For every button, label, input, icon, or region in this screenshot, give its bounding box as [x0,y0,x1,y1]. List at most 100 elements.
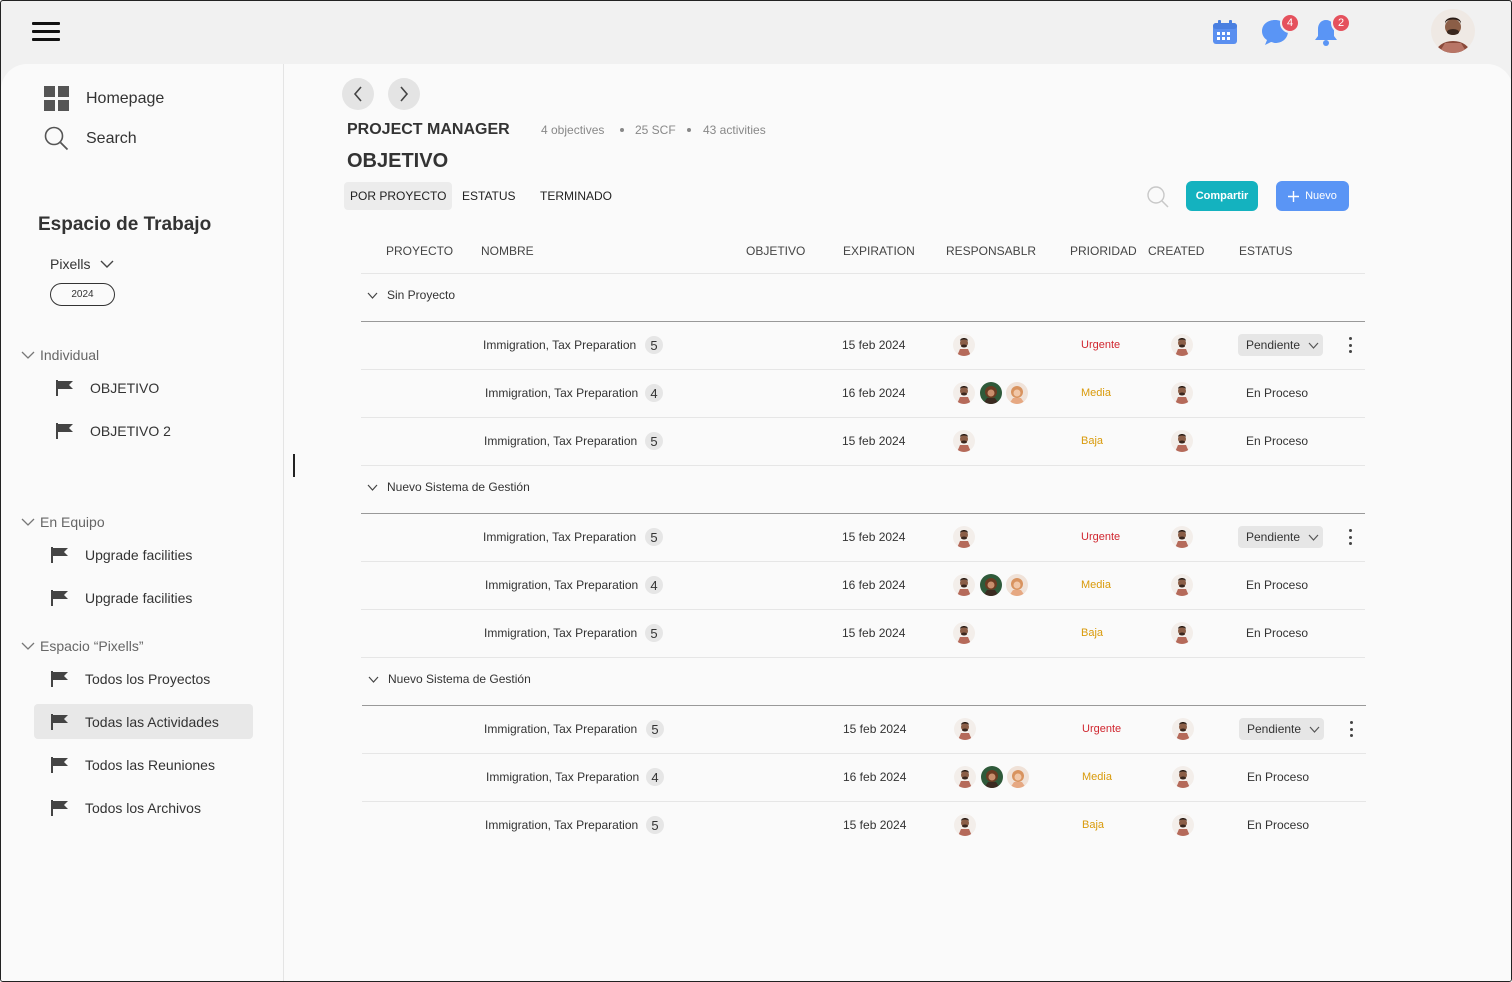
sidebar-item-todas-actividades[interactable]: Todas las Actividades [34,704,253,739]
assignee-avatar[interactable] [953,574,975,596]
more-options-icon[interactable] [1344,335,1356,355]
search-button[interactable] [1146,185,1170,209]
section-individual[interactable]: Individual [21,347,99,363]
assignee-avatar[interactable] [954,814,976,836]
assignee-avatar[interactable] [980,574,1002,596]
chat-icon[interactable]: 4 [1260,13,1300,47]
task-name[interactable]: Immigration, Tax Preparation [484,434,637,448]
nav-search[interactable]: Search [44,126,137,151]
status-dropdown[interactable]: Pendiente [1238,526,1323,548]
bell-icon[interactable]: 2 [1311,13,1351,47]
menu-icon[interactable] [32,22,60,42]
sidebar-item-todos-archivos[interactable]: Todos los Archivos [34,790,253,825]
more-options-icon[interactable] [1344,527,1356,547]
row-divider [362,753,1366,754]
column-header-created[interactable]: CREATED [1148,244,1204,258]
tab-por-proyecto[interactable]: POR PROYECTO [344,182,453,210]
expiration-date: 15 feb 2024 [842,626,906,640]
task-name[interactable]: Immigration, Tax Preparation [484,626,637,640]
assignee-avatar[interactable] [1006,382,1028,404]
tab-terminado[interactable]: TERMINADO [534,182,618,210]
status-dropdown[interactable]: Pendiente [1239,718,1324,740]
flag-icon [51,670,68,687]
nav-homepage[interactable]: Homepage [44,86,164,111]
plus-icon [1288,190,1300,202]
back-button[interactable] [342,78,374,110]
more-options-icon[interactable] [1345,719,1357,739]
section-en-equipo[interactable]: En Equipo [21,514,105,530]
subtask-count-badge: 4 [646,768,664,786]
status-label: En Proceso [1246,626,1309,640]
year-filter[interactable]: 2024 [50,283,115,306]
assignee-avatar[interactable] [980,382,1002,404]
subtask-count-badge: 4 [645,576,663,594]
sidebar-item-objetivo-2[interactable]: OBJETIVO 2 [39,413,258,448]
section-espacio-pixells[interactable]: Espacio “Pixells” [21,638,143,654]
assignee-avatar[interactable] [1006,574,1028,596]
expiration-date: 15 feb 2024 [842,530,906,544]
group-header[interactable]: Sin Proyecto [367,288,455,302]
user-avatar[interactable] [1431,9,1475,53]
group-header[interactable]: Nuevo Sistema de Gestión [368,672,531,686]
task-name[interactable]: Immigration, Tax Preparation [485,818,638,832]
column-header-estatus[interactable]: ESTATUS [1239,244,1293,258]
chevron-right-icon [400,86,409,102]
resize-handle[interactable] [293,454,295,477]
assignee-avatar[interactable] [953,622,975,644]
creator-avatar [1171,622,1193,644]
creator-avatar [1171,574,1193,596]
column-header-responsable[interactable]: RESPONSABLR [946,244,1036,258]
creator-avatar [1171,382,1193,404]
sidebar-item-label: Upgrade facilities [85,546,193,563]
calendar-icon[interactable] [1210,17,1240,47]
grid-icon [44,86,69,111]
task-name[interactable]: Immigration, Tax Preparation [485,386,638,400]
subtask-count-badge: 5 [646,816,664,834]
subtask-count-badge: 5 [645,624,663,642]
workspace-title: Espacio de Trabajo [38,214,212,235]
sidebar-item-objetivo[interactable]: OBJETIVO [39,370,258,405]
share-button[interactable]: Compartir [1186,181,1258,211]
expiration-date: 16 feb 2024 [842,386,906,400]
expiration-date: 15 feb 2024 [843,722,907,736]
forward-button[interactable] [388,78,420,110]
column-header-proyecto[interactable]: PROYECTO [386,244,453,258]
creator-avatar [1171,430,1193,452]
priority-label: Urgente [1081,339,1121,351]
group-header[interactable]: Nuevo Sistema de Gestión [367,480,530,494]
assignee-avatar[interactable] [953,334,975,356]
tab-estatus[interactable]: ESTATUS [456,182,522,210]
chevron-down-icon [367,484,378,491]
sidebar-item-todos-proyectos[interactable]: Todos los Proyectos [34,661,253,696]
task-name[interactable]: Immigration, Tax Preparation [483,530,636,544]
column-header-nombre[interactable]: NOMBRE [481,244,534,258]
column-header-expiration[interactable]: EXPIRATION [843,244,915,258]
assignee-avatar[interactable] [954,718,976,740]
new-button[interactable]: Nuevo [1276,181,1349,211]
chevron-down-icon [368,676,379,683]
priority-label: Baja [1081,627,1104,639]
column-header-prioridad[interactable]: PRIORIDAD [1070,244,1137,258]
flag-icon [51,546,68,563]
assignee-avatar[interactable] [953,382,975,404]
flag-icon [56,422,73,439]
flag-icon [51,713,68,730]
task-name[interactable]: Immigration, Tax Preparation [484,722,637,736]
assignee-avatar[interactable] [953,430,975,452]
workspace-select[interactable]: Pixells [50,256,114,272]
meta-scf: 25 SCF [635,123,676,137]
task-name[interactable]: Immigration, Tax Preparation [486,770,639,784]
group-divider [361,513,1365,514]
sidebar-item-upgrade-facilities[interactable]: Upgrade facilities [34,537,253,572]
sidebar-item-upgrade-facilities-2[interactable]: Upgrade facilities [34,580,253,615]
assignee-avatar[interactable] [954,766,976,788]
task-name[interactable]: Immigration, Tax Preparation [483,338,636,352]
assignee-avatar[interactable] [981,766,1003,788]
sidebar-item-label: OBJETIVO 2 [90,422,171,439]
sidebar-item-todos-reuniones[interactable]: Todos las Reuniones [34,747,253,782]
column-header-objetivo[interactable]: OBJETIVO [746,244,805,258]
assignee-avatar[interactable] [953,526,975,548]
assignee-avatar[interactable] [1007,766,1029,788]
status-dropdown[interactable]: Pendiente [1238,334,1323,356]
task-name[interactable]: Immigration, Tax Preparation [485,578,638,592]
